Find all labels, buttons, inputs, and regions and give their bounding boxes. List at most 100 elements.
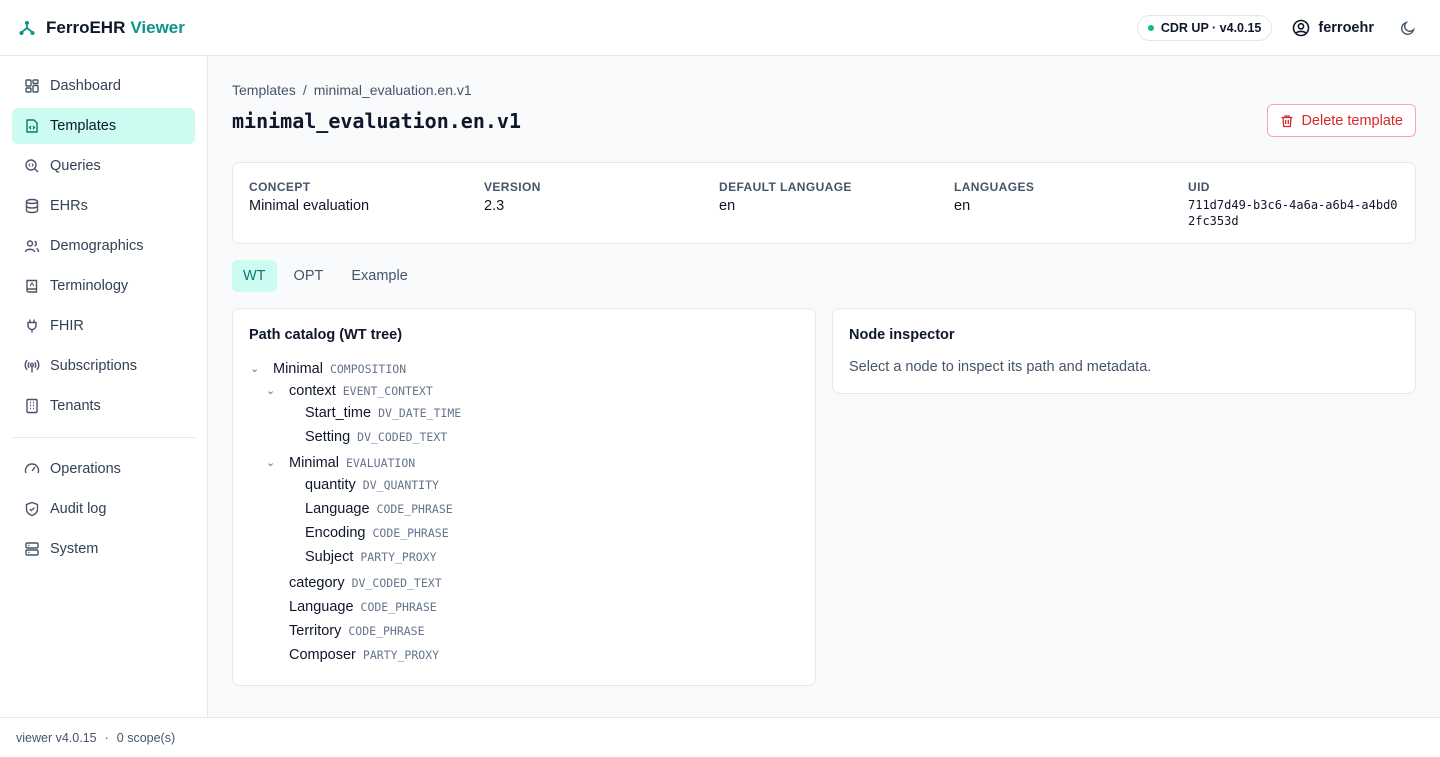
sidebar-item-label: Queries bbox=[50, 158, 101, 174]
tree-node[interactable]: quantity DV_QUANTITY bbox=[305, 477, 439, 493]
meta-version-label: VERSION bbox=[484, 180, 541, 194]
sidebar-item-queries[interactable]: Queries bbox=[12, 148, 195, 184]
sidebar-item-label: Terminology bbox=[50, 278, 129, 294]
theme-toggle-button[interactable] bbox=[1400, 20, 1416, 36]
sidebar-item-demographics[interactable]: Demographics bbox=[12, 228, 195, 264]
sidebar-item-label: Subscriptions bbox=[50, 358, 138, 374]
network-logo-icon bbox=[19, 20, 35, 35]
sidebar-item-fhir[interactable]: FHIR bbox=[12, 308, 195, 344]
tree-node[interactable]: Language CODE_PHRASE bbox=[289, 599, 437, 615]
app-name: FerroEHR bbox=[46, 17, 126, 37]
file-code-icon bbox=[26, 119, 38, 133]
node-inspector-panel: Node inspector Select a node to inspect … bbox=[832, 308, 1416, 394]
sidebar-item-operations[interactable]: Operations bbox=[12, 451, 195, 487]
moon-icon bbox=[1400, 21, 1415, 36]
sidebar-item-label: System bbox=[50, 541, 99, 557]
delete-template-button[interactable]: Delete template bbox=[1267, 104, 1416, 137]
chevron-down-icon[interactable]: ⌄ bbox=[266, 384, 275, 397]
meta-version-value: 2.3 bbox=[484, 198, 505, 214]
cdr-status-text: CDR UP · v4.0.15 bbox=[1160, 21, 1262, 35]
breadcrumb: Templates / minimal_evaluation.en.v1 bbox=[232, 82, 472, 98]
tree-node-type: DV_CODED_TEXT bbox=[357, 430, 448, 444]
tab-example[interactable]: Example bbox=[340, 260, 418, 292]
gauge-icon bbox=[24, 463, 40, 474]
tree-node-type: CODE_PHRASE bbox=[360, 600, 437, 614]
tree-node-type: DV_CODED_TEXT bbox=[351, 576, 442, 590]
top-bar: FerroEHR Viewer CDR UP · v4.0.15 ferroehr bbox=[0, 0, 1440, 56]
sidebar-item-audit-log[interactable]: Audit log bbox=[12, 491, 195, 527]
sidebar-item-label: Tenants bbox=[50, 398, 101, 414]
tree-node-name: Minimal bbox=[289, 455, 339, 471]
meta-concept-label: CONCEPT bbox=[249, 180, 311, 194]
sidebar-item-templates[interactable]: Templates bbox=[12, 108, 195, 144]
sidebar-divider bbox=[12, 437, 195, 438]
path-catalog-title: Path catalog (WT tree) bbox=[249, 327, 403, 343]
meta-languages-label: LANGUAGES bbox=[954, 180, 1035, 194]
tree-node-name: Composer bbox=[289, 647, 356, 663]
tree-node[interactable]: context EVENT_CONTEXT bbox=[289, 383, 433, 399]
tree-node[interactable]: category DV_CODED_TEXT bbox=[289, 575, 442, 591]
plug-icon bbox=[27, 319, 37, 333]
tab-wt[interactable]: WT bbox=[232, 260, 277, 292]
app-logo[interactable]: FerroEHR Viewer bbox=[18, 18, 185, 38]
sidebar-item-ehrs[interactable]: EHRs bbox=[12, 188, 195, 224]
breadcrumb-templates-link[interactable]: Templates bbox=[232, 82, 296, 98]
tree-node-type: EVALUATION bbox=[345, 456, 416, 470]
sidebar-item-label: Templates bbox=[50, 118, 117, 134]
database-icon bbox=[25, 198, 39, 214]
meta-default-language: DEFAULT LANGUAGE en bbox=[719, 180, 852, 214]
node-inspector-hint: Select a node to inspect its path and me… bbox=[849, 359, 1152, 375]
users-icon bbox=[24, 240, 40, 253]
viewer-version: viewer v4.0.15 bbox=[16, 730, 97, 745]
sidebar-item-dashboard[interactable]: Dashboard bbox=[12, 68, 195, 104]
sidebar-item-system[interactable]: System bbox=[12, 531, 195, 567]
tab-opt[interactable]: OPT bbox=[283, 260, 335, 292]
trash-icon bbox=[1281, 114, 1293, 127]
tree-node[interactable]: Encoding CODE_PHRASE bbox=[305, 525, 449, 541]
tree-node[interactable]: Subject PARTY_PROXY bbox=[305, 549, 437, 565]
tree-node[interactable]: Minimal EVALUATION bbox=[289, 455, 415, 471]
tree-node-type: CODE_PHRASE bbox=[348, 624, 425, 638]
tree-node[interactable]: Territory CODE_PHRASE bbox=[289, 623, 425, 639]
tree-node[interactable]: Minimal COMPOSITION bbox=[273, 361, 406, 377]
sidebar-item-subscriptions[interactable]: Subscriptions bbox=[12, 348, 195, 384]
sidebar-item-label: FHIR bbox=[50, 318, 84, 334]
server-icon bbox=[25, 542, 39, 556]
tree-node-name: Language bbox=[305, 501, 370, 517]
search-code-icon bbox=[25, 159, 39, 173]
meta-concept: CONCEPT Minimal evaluation bbox=[249, 180, 369, 214]
sidebar-item-label: Audit log bbox=[50, 501, 107, 517]
building-icon bbox=[26, 398, 38, 414]
sidebar-item-tenants[interactable]: Tenants bbox=[12, 388, 195, 424]
meta-languages-value: en bbox=[954, 198, 971, 214]
user-circle-icon bbox=[1293, 19, 1310, 37]
tree-node-type: COMPOSITION bbox=[329, 362, 407, 376]
sidebar-item-label: Dashboard bbox=[50, 78, 121, 94]
user-menu[interactable]: ferroehr bbox=[1292, 19, 1374, 37]
tree-node[interactable]: Setting DV_CODED_TEXT bbox=[305, 429, 447, 445]
tree-node-name: context bbox=[289, 383, 336, 399]
tree-node[interactable]: Language CODE_PHRASE bbox=[305, 501, 453, 517]
tree-node[interactable]: Composer PARTY_PROXY bbox=[289, 647, 439, 663]
shield-icon bbox=[25, 501, 39, 517]
tree-node-name: Start_time bbox=[305, 405, 372, 421]
meta-uid-label: UID bbox=[1188, 180, 1210, 194]
tree-node-name: Subject bbox=[305, 549, 354, 565]
breadcrumb-current: minimal_evaluation.en.v1 bbox=[313, 82, 472, 98]
tree-node-name: Language bbox=[289, 599, 354, 615]
sidebar-item-label: Demographics bbox=[50, 238, 144, 254]
tree-node-type: CODE_PHRASE bbox=[372, 526, 449, 540]
chevron-down-icon[interactable]: ⌄ bbox=[266, 456, 275, 469]
tree-node-type: PARTY_PROXY bbox=[360, 550, 437, 564]
meta-uid: UID 711d7d49-b3c6-4a6a-a6b4-a4bd02fc353d bbox=[1188, 180, 1403, 229]
tree-node[interactable]: Start_time DV_DATE_TIME bbox=[305, 405, 461, 421]
tree-node-name: Territory bbox=[289, 623, 342, 639]
sidebar-item-label: EHRs bbox=[50, 198, 88, 214]
sidebar: Dashboard Templates Queries EHRs Demogra… bbox=[0, 56, 208, 717]
tree-node-type: EVENT_CONTEXT bbox=[342, 384, 433, 398]
chevron-down-icon[interactable]: ⌄ bbox=[250, 362, 259, 375]
meta-languages: LANGUAGES en bbox=[954, 180, 1034, 214]
sidebar-item-label: Operations bbox=[50, 461, 121, 477]
sidebar-item-terminology[interactable]: Terminology bbox=[12, 268, 195, 304]
view-tabs: WT OPT Example bbox=[232, 260, 425, 292]
